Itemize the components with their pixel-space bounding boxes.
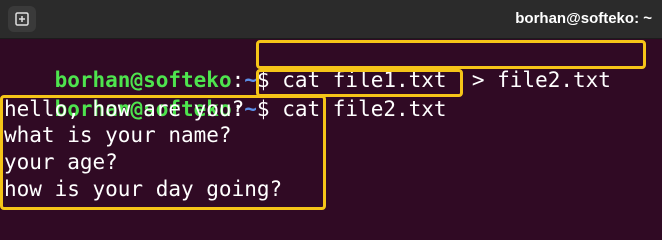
title-bar: borhan@softeko: ~ xyxy=(0,0,662,39)
output-highlight xyxy=(0,95,326,210)
new-tab-icon xyxy=(15,12,29,26)
command-2-highlight xyxy=(256,69,463,97)
new-tab-button[interactable] xyxy=(8,6,36,32)
command-1-highlight xyxy=(256,40,646,69)
window-title: borhan@softeko: ~ xyxy=(515,10,652,27)
terminal-area[interactable]: borhan@softeko:~$ cat file1.txt > file2.… xyxy=(0,39,662,210)
